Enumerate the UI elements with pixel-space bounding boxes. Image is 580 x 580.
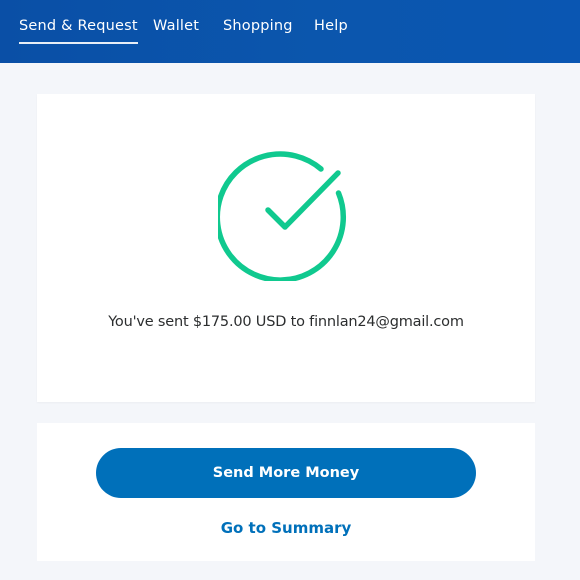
nav-tab-help[interactable]: Help [314, 16, 348, 36]
nav-tab-wallet[interactable]: Wallet [153, 16, 199, 36]
send-more-money-button[interactable]: Send More Money [96, 448, 476, 498]
confirmation-message: You've sent $175.00 USD to finnlan24@gma… [108, 314, 464, 330]
nav-tab-send-request[interactable]: Send & Request [19, 16, 138, 44]
check-circle-icon [214, 141, 358, 283]
nav-tab-shopping[interactable]: Shopping [223, 16, 293, 36]
actions-card: Send More Money Go to Summary [37, 423, 535, 561]
confirmation-card: You've sent $175.00 USD to finnlan24@gma… [37, 94, 535, 402]
top-navigation-bar: Send & Request Wallet Shopping Help [0, 0, 580, 63]
go-to-summary-link[interactable]: Go to Summary [37, 518, 535, 538]
